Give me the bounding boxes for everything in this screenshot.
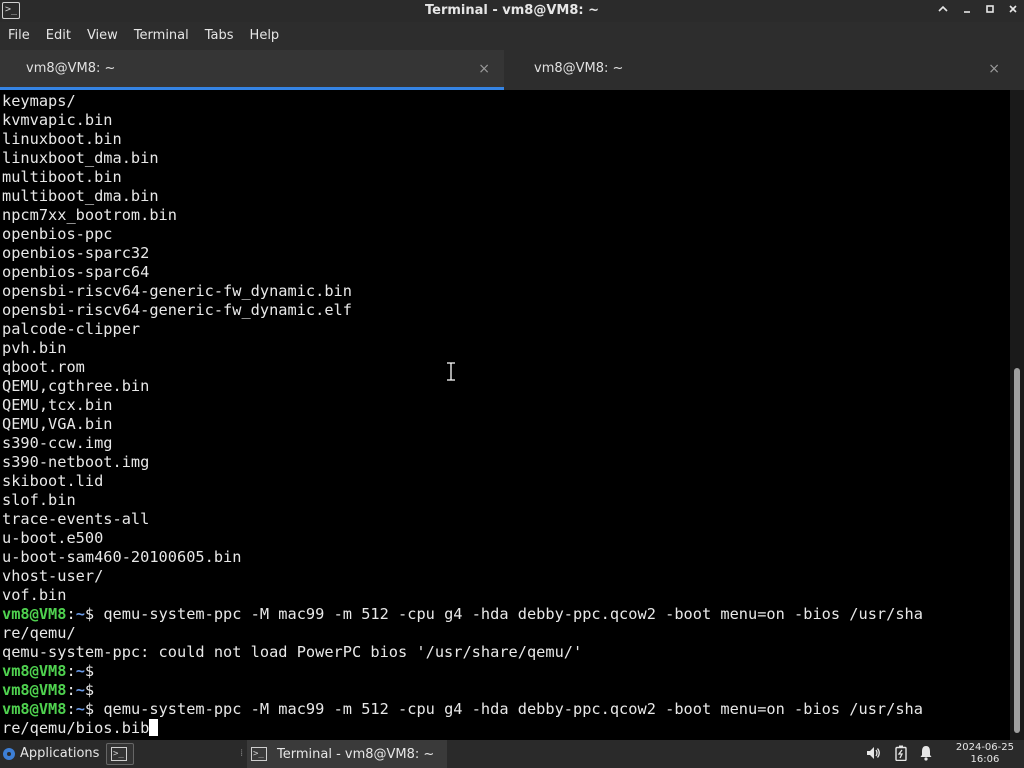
output-line: qboot.rom xyxy=(2,358,85,376)
minimize-button[interactable] xyxy=(958,2,976,20)
ibeam-cursor-icon xyxy=(446,361,456,382)
output-line: linuxboot.bin xyxy=(2,130,122,148)
command-continuation: re/qemu/ xyxy=(2,624,76,642)
tab-2[interactable]: vm8@VM8: ~ × xyxy=(510,50,1014,90)
prompt-colon: : xyxy=(66,662,76,680)
taskbar-separator: ⁞ xyxy=(240,748,244,759)
tab-label: vm8@VM8: ~ xyxy=(534,61,624,76)
output-line: s390-ccw.img xyxy=(2,434,113,452)
prompt-symbol: $ xyxy=(84,605,104,623)
output-line: multiboot.bin xyxy=(2,168,122,186)
menu-terminal[interactable]: Terminal xyxy=(126,22,197,50)
output-line: keymaps/ xyxy=(2,92,76,110)
prompt-symbol: $ xyxy=(84,681,104,699)
output-line: vof.bin xyxy=(2,586,67,604)
prompt-colon: : xyxy=(66,700,76,718)
output-line: pvh.bin xyxy=(2,339,67,357)
menu-view[interactable]: View xyxy=(79,22,126,50)
output-line: QEMU,tcx.bin xyxy=(2,396,113,414)
prompt-path: ~ xyxy=(75,662,85,680)
prompt-path: ~ xyxy=(75,700,85,718)
output-line: QEMU,VGA.bin xyxy=(2,415,113,433)
output-line: trace-events-all xyxy=(2,510,150,528)
prompt-path: ~ xyxy=(75,681,85,699)
terminal-output[interactable]: keymaps/kvmvapic.bin linuxboot.bin linuxbo… xyxy=(0,90,1010,740)
terminal-launcher-button[interactable]: >_ xyxy=(106,743,134,765)
menu-bar: File Edit View Terminal Tabs Help xyxy=(0,22,1024,50)
minimize-icon xyxy=(964,11,970,13)
output-line: openbios-sparc64 xyxy=(2,263,150,281)
battery-icon[interactable] xyxy=(891,745,909,763)
menu-file[interactable]: File xyxy=(0,22,38,50)
menu-edit[interactable]: Edit xyxy=(38,22,79,50)
command-text: qemu-system-ppc -M mac99 -m 512 -cpu g4 … xyxy=(103,605,923,623)
tab-close-icon[interactable]: × xyxy=(988,50,1000,88)
prompt-symbol: $ xyxy=(84,662,104,680)
prompt-user: vm8@VM8 xyxy=(2,681,67,699)
output-line: palcode-clipper xyxy=(2,320,141,338)
error-message: qemu-system-ppc: could not load PowerPC … xyxy=(2,643,583,661)
window-titlebar: >_ Terminal - vm8@VM8: ~ xyxy=(0,0,1024,22)
tab-1[interactable]: vm8@VM8: ~ × xyxy=(0,50,504,90)
terminal-scrollbar[interactable] xyxy=(1010,90,1024,740)
clock-time: 16:06 xyxy=(970,754,1000,765)
applications-menu-button[interactable]: Applications xyxy=(2,740,99,768)
command-line: vm8@VM8:~$ qemu-system-ppc -M mac99 -m 5… xyxy=(2,605,1010,624)
prompt-user: vm8@VM8 xyxy=(2,662,67,680)
applications-icon xyxy=(2,747,16,761)
taskbar: Applications >_ ⁞ >_ Terminal - vm8@VM8:… xyxy=(0,740,1024,768)
chevron-up-icon xyxy=(938,5,948,12)
shade-window-button[interactable] xyxy=(934,2,952,20)
clock-date: 2024-06-25 xyxy=(955,742,1014,753)
text-cursor xyxy=(149,719,159,736)
prompt-symbol: $ xyxy=(84,700,104,718)
tab-close-icon[interactable]: × xyxy=(478,50,490,88)
taskbar-window-terminal[interactable]: >_ Terminal - vm8@VM8: ~ xyxy=(247,740,447,768)
prompt-path: ~ xyxy=(75,605,85,623)
command-continuation: re/qemu/bios.bib xyxy=(2,719,150,737)
output-line: opensbi-riscv64-generic-fw_dynamic.elf xyxy=(2,301,352,319)
output-line: skiboot.lid xyxy=(2,472,104,490)
prompt-user: vm8@VM8 xyxy=(2,700,67,718)
output-line: u-boot.e500 xyxy=(2,529,104,547)
terminal-icon: >_ xyxy=(251,747,267,761)
output-line: openbios-sparc32 xyxy=(2,244,150,262)
output-line: multiboot_dma.bin xyxy=(2,187,159,205)
output-line: kvmvapic.bin xyxy=(2,111,113,129)
maximize-button[interactable] xyxy=(981,2,999,20)
prompt-user: vm8@VM8 xyxy=(2,605,67,623)
prompt-colon: : xyxy=(66,605,76,623)
empty-prompt-line: vm8@VM8:~$ xyxy=(2,662,1010,681)
output-line: slof.bin xyxy=(2,491,76,509)
tab-label: vm8@VM8: ~ xyxy=(26,61,116,76)
taskbar-window-label: Terminal - vm8@VM8: ~ xyxy=(277,746,435,762)
scrollbar-thumb[interactable] xyxy=(1014,368,1020,733)
output-line: vhost-user/ xyxy=(2,567,104,585)
command-text: qemu-system-ppc -M mac99 -m 512 -cpu g4 … xyxy=(103,700,923,718)
output-line: QEMU,cgthree.bin xyxy=(2,377,150,395)
output-line: opensbi-riscv64-generic-fw_dynamic.bin xyxy=(2,282,352,300)
empty-prompt-line: vm8@VM8:~$ xyxy=(2,681,1010,700)
applications-label: Applications xyxy=(20,746,100,761)
output-line: npcm7xx_bootrom.bin xyxy=(2,206,177,224)
output-line: linuxboot_dma.bin xyxy=(2,149,159,167)
terminal-icon: >_ xyxy=(111,747,127,761)
clock[interactable]: 2024-06-25 16:06 xyxy=(956,742,1014,766)
output-line: openbios-ppc xyxy=(2,225,113,243)
prompt-colon: : xyxy=(66,681,76,699)
menu-tabs[interactable]: Tabs xyxy=(197,22,242,50)
maximize-icon xyxy=(986,5,994,13)
command-input-line[interactable]: re/qemu/bios.bib xyxy=(2,719,1010,738)
close-button[interactable] xyxy=(1004,2,1022,20)
output-lines: keymaps/kvmvapic.bin linuxboot.bin linuxbo… xyxy=(2,92,1010,605)
output-line: u-boot-sam460-20100605.bin xyxy=(2,548,242,566)
tab-bar: vm8@VM8: ~ × vm8@VM8: ~ × xyxy=(0,50,1024,90)
menu-help[interactable]: Help xyxy=(242,22,288,50)
close-icon xyxy=(1009,5,1017,13)
bell-icon[interactable] xyxy=(917,745,935,763)
output-line: s390-netboot.img xyxy=(2,453,150,471)
window-title: Terminal - vm8@VM8: ~ xyxy=(424,3,600,18)
command-line: vm8@VM8:~$ qemu-system-ppc -M mac99 -m 5… xyxy=(2,700,1010,719)
speaker-icon[interactable] xyxy=(864,745,882,763)
